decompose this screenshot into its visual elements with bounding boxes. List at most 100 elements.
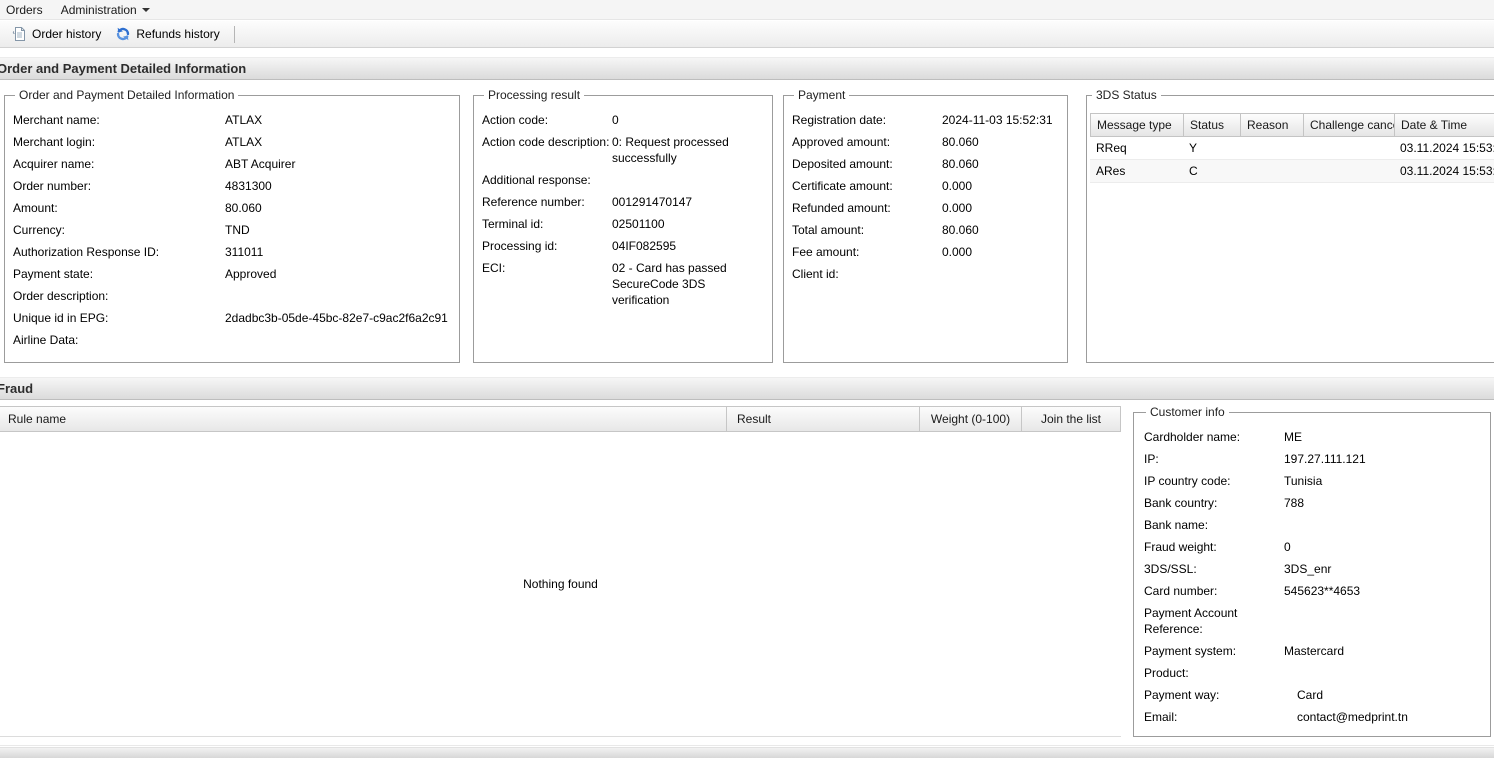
- field-value: ABT Acquirer: [225, 157, 296, 171]
- field-label: Action code:: [482, 113, 549, 127]
- field-value: [1284, 517, 1482, 533]
- field-label: Order description:: [13, 289, 109, 303]
- field-value: 788: [1284, 496, 1305, 510]
- field-value: 02 - Card has passed SecureCode 3DS veri…: [612, 261, 727, 307]
- field-label: Client id:: [792, 267, 839, 281]
- fraud-table-header-row: Rule name Result Weight (0-100) Join the…: [0, 406, 1121, 432]
- 3ds-status-table: Message type Status Reason Challenge can…: [1090, 113, 1494, 183]
- refunds-history-label: Refunds history: [136, 27, 220, 41]
- field-value: Mastercard: [1284, 644, 1345, 658]
- field-label: Amount:: [13, 201, 58, 215]
- field-row: Unique id in EPG: 2dadbc3b-05de-45bc-82e…: [13, 310, 451, 326]
- field-row: Certificate amount: 0.000: [792, 178, 1059, 194]
- fraud-table-header-cell[interactable]: Weight (0-100): [920, 407, 1022, 431]
- field-label: Action code description:: [482, 135, 610, 149]
- field-label: Merchant name:: [13, 113, 100, 127]
- field-row: Card number: 545623**4653: [1144, 583, 1482, 599]
- section-header-fraud-label: Fraud: [0, 381, 34, 396]
- field-value: 80.060: [942, 157, 979, 171]
- field-label: IP country code:: [1144, 474, 1231, 488]
- field-row: Payment Account Reference:: [1144, 605, 1482, 637]
- fraud-table-header-cell[interactable]: Rule name: [0, 407, 727, 431]
- field-value: 545623**4653: [1284, 584, 1361, 598]
- field-row: Amount: 80.060: [13, 200, 451, 216]
- field-label: Bank name:: [1144, 518, 1209, 532]
- toolbar-separator: [233, 25, 235, 43]
- menu-orders[interactable]: Orders: [0, 0, 52, 19]
- field-row: Refunded amount: 0.000: [792, 200, 1059, 216]
- 3ds-table-header-cell[interactable]: Message type: [1091, 114, 1184, 136]
- field-label: Acquirer name:: [13, 157, 95, 171]
- field-value: 0.000: [942, 179, 973, 193]
- field-row: Additional response:: [482, 172, 764, 188]
- field-row: IP country code: Tunisia: [1144, 473, 1482, 489]
- field-row: 3DS/SSL: 3DS_enr: [1144, 561, 1482, 577]
- field-value: 001291470147: [612, 195, 693, 209]
- 3ds-cell-reason: [1240, 137, 1303, 159]
- field-value: Card: [1297, 688, 1324, 702]
- fraud-table-header-cell[interactable]: Result: [727, 407, 920, 431]
- field-value: [1284, 665, 1482, 681]
- panel-3ds-status: 3DS Status Message type Status Reason Ch…: [1086, 88, 1494, 363]
- panel-customer-info: Customer info Cardholder name: ME IP: 19…: [1133, 405, 1491, 737]
- field-value: 80.060: [225, 201, 262, 215]
- field-row: IP: 197.27.111.121: [1144, 451, 1482, 467]
- field-value: 2024-11-03 15:52:31: [942, 113, 1053, 127]
- footer-bar: [0, 747, 1494, 758]
- field-label: Email:: [1144, 710, 1178, 724]
- 3ds-table-header-cell[interactable]: Challenge cancel: [1304, 114, 1395, 136]
- order-history-icon: [11, 26, 27, 42]
- table-row[interactable]: ARes C 03.11.2024 15:53:2: [1090, 160, 1494, 183]
- field-label: Product:: [1144, 666, 1189, 680]
- field-value: [225, 288, 451, 304]
- fraud-table-body: Nothing found: [0, 432, 1121, 737]
- 3ds-table-header-cell[interactable]: Reason: [1241, 114, 1304, 136]
- table-row[interactable]: RReq Y 03.11.2024 15:53:3: [1090, 137, 1494, 160]
- field-row: Payment way: Card: [1144, 687, 1482, 703]
- fraud-table-header-cell[interactable]: Join the list: [1022, 407, 1120, 431]
- order-history-button[interactable]: Order history: [4, 23, 108, 45]
- panel-order-info: Order and Payment Detailed Information M…: [4, 88, 460, 363]
- field-label: Card number:: [1144, 584, 1218, 598]
- panel-processing-result-legend: Processing result: [488, 88, 581, 102]
- field-label: Airline Data:: [13, 333, 79, 347]
- field-row: Fraud weight: 0: [1144, 539, 1482, 555]
- field-value: [942, 266, 1059, 282]
- field-row: Approved amount: 80.060: [792, 134, 1059, 150]
- 3ds-table-header-cell[interactable]: Date & Time: [1395, 114, 1494, 136]
- field-value: [1284, 605, 1482, 637]
- field-value: ME: [1284, 430, 1302, 444]
- field-label: Currency:: [13, 223, 66, 237]
- 3ds-cell-date-time: 03.11.2024 15:53:3: [1400, 141, 1494, 155]
- field-label: Deposited amount:: [792, 157, 893, 171]
- 3ds-cell-reason: [1240, 160, 1303, 182]
- field-row: Terminal id: 02501100: [482, 216, 764, 232]
- menu-bar: Orders Administration: [0, 0, 1494, 20]
- field-row: Client id:: [792, 266, 1059, 282]
- field-row: Order number: 4831300: [13, 178, 451, 194]
- field-label: Certificate amount:: [792, 179, 893, 193]
- field-label: Additional response:: [482, 173, 591, 187]
- field-label: Payment way:: [1144, 688, 1220, 702]
- menu-administration[interactable]: Administration: [52, 0, 159, 19]
- footer-divider: [0, 745, 1494, 746]
- field-label: Total amount:: [792, 223, 865, 237]
- field-row: Deposited amount: 80.060: [792, 156, 1059, 172]
- field-label: Cardholder name:: [1144, 430, 1241, 444]
- field-label: Unique id in EPG:: [13, 311, 109, 325]
- field-value: 0: [612, 113, 619, 127]
- order-info-rows: Merchant name: ATLAX Merchant login: ATL…: [13, 112, 451, 348]
- field-value: 04IF082595: [612, 239, 677, 253]
- refunds-history-button[interactable]: Refunds history: [108, 23, 226, 45]
- field-row: Bank country: 788: [1144, 495, 1482, 511]
- menu-orders-label: Orders: [6, 2, 43, 17]
- field-value: 0.000: [942, 201, 973, 215]
- field-value: 80.060: [942, 223, 979, 237]
- field-value: Tunisia: [1284, 474, 1323, 488]
- processing-result-rows: Action code: 0 Action code description: …: [482, 112, 764, 308]
- section-header-order-payment-label: Order and Payment Detailed Information: [0, 61, 247, 76]
- field-value: 02501100: [612, 217, 665, 231]
- field-value: ATLAX: [225, 113, 263, 127]
- 3ds-table-header-cell[interactable]: Status: [1184, 114, 1241, 136]
- 3ds-cell-status: C: [1189, 164, 1198, 178]
